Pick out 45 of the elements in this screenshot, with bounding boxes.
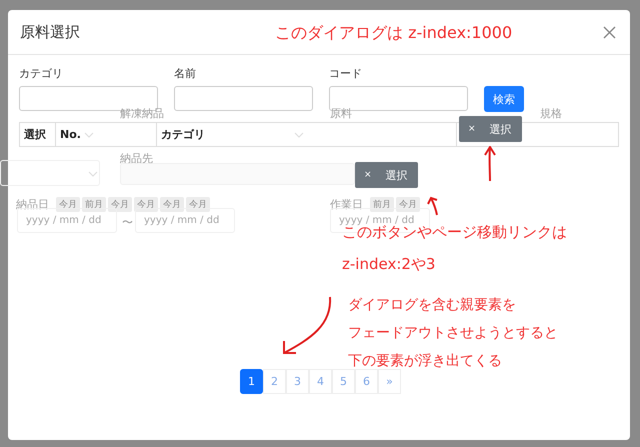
faded-tag: 今月 xyxy=(56,197,80,212)
faded-tag: 今月 xyxy=(108,197,132,212)
column-header[interactable]: No. xyxy=(56,123,157,146)
page-link[interactable]: » xyxy=(378,369,401,394)
annotation-text: このダイアログは z-index:1000 xyxy=(275,23,512,44)
page-link[interactable]: 3 xyxy=(286,369,309,394)
faded-separator: 〜 xyxy=(122,215,133,230)
dialog-title: 原料選択 xyxy=(20,22,80,42)
annotation-text: フェードアウトさせようとすると xyxy=(348,324,558,342)
select-button[interactable]: × 選択 xyxy=(355,162,418,188)
page-link[interactable]: 6 xyxy=(355,369,378,394)
faded-tag: 前月 xyxy=(370,197,394,212)
select-button[interactable]: × 選択 xyxy=(459,116,522,142)
chevron-icon xyxy=(294,132,304,138)
field-label: コード xyxy=(329,66,363,81)
annotation-text: 下の要素が浮き出てくる xyxy=(348,352,503,370)
faded-label: 規格 xyxy=(540,106,562,121)
faded-date-field: yyyy / mm / dd xyxy=(135,208,235,233)
column-header[interactable]: 選択 xyxy=(20,123,56,146)
annotation-text: ダイアログを含む親要素を xyxy=(348,296,517,314)
faded-tag: 今月 xyxy=(186,197,210,212)
column-header[interactable]: カテゴリ xyxy=(157,123,457,146)
field-label: カテゴリ xyxy=(19,66,64,81)
close-icon xyxy=(603,26,616,38)
arrow-icon xyxy=(482,146,498,182)
page-link[interactable]: 4 xyxy=(309,369,332,394)
faded-tag: 今月 xyxy=(160,197,184,212)
faded-label: 原料 xyxy=(330,106,352,121)
page-link[interactable]: 2 xyxy=(263,369,286,394)
annotation-text: z-index:2や3 xyxy=(342,255,436,274)
faded-tag: 今月 xyxy=(396,197,420,212)
field-label: 名前 xyxy=(174,66,197,81)
chevron-icon xyxy=(84,132,94,138)
chevron-icon xyxy=(88,171,98,177)
faded-date-field: yyyy / mm / dd xyxy=(17,208,117,233)
close-button[interactable] xyxy=(601,24,618,40)
arrow-icon xyxy=(280,295,334,357)
faded-tag: 今月 xyxy=(134,197,158,212)
faded-label: 解凍納品 xyxy=(120,106,164,121)
input-field[interactable] xyxy=(174,86,313,111)
search-button[interactable]: 検索 xyxy=(484,86,524,112)
faded-label: 納品先 xyxy=(120,151,153,166)
page-link[interactable]: 1 xyxy=(240,369,263,394)
faded-tag: 前月 xyxy=(82,197,106,212)
page-link[interactable]: 5 xyxy=(332,369,355,394)
